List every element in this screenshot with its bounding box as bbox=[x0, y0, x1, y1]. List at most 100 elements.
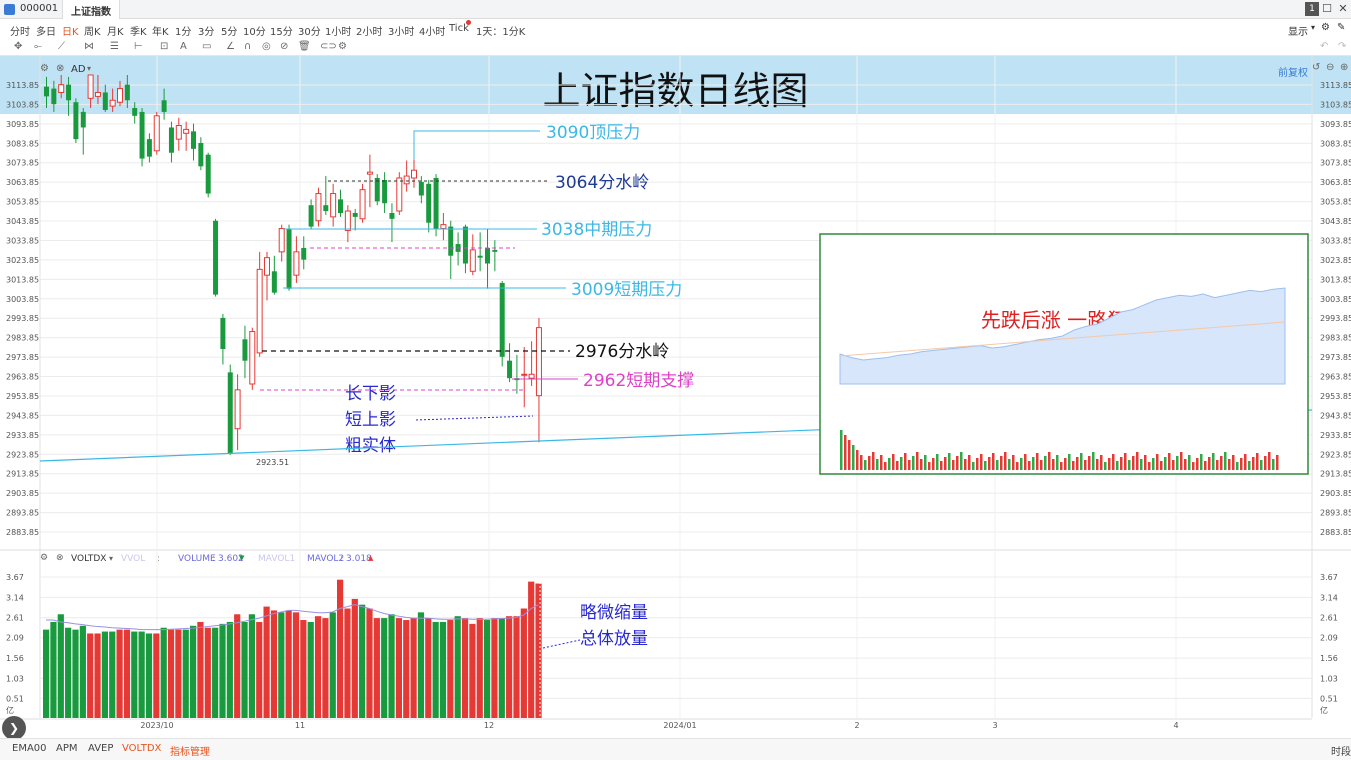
period-6[interactable]: 年K bbox=[152, 23, 169, 38]
trend-tool-icon[interactable]: ⟋ bbox=[58, 41, 65, 52]
bottom-tab-voltdx[interactable]: VOLTDX bbox=[122, 743, 161, 754]
magnet-icon[interactable]: ∩ bbox=[244, 41, 251, 52]
volume-bar bbox=[403, 620, 410, 718]
volume-bar bbox=[447, 620, 454, 718]
bottom-indicator-bar: 时段 EMA00 APM AVEP VOLTDX 指标管理 bbox=[0, 738, 1351, 760]
period-3[interactable]: 周K bbox=[84, 23, 101, 38]
hide-icon[interactable]: ⊘ bbox=[280, 41, 288, 52]
period-16[interactable]: 4小时 bbox=[419, 23, 445, 38]
period-13[interactable]: 1小时 bbox=[325, 23, 351, 38]
restore-icon[interactable]: ☐ bbox=[1320, 2, 1334, 16]
period-18[interactable]: 1天：1分K bbox=[476, 23, 525, 38]
vvol-label: VVOL bbox=[121, 554, 146, 564]
mavol2-label: MAVOL2 bbox=[307, 554, 345, 564]
volume-bar bbox=[263, 606, 270, 718]
indicator-close-icon[interactable]: ⊗ bbox=[56, 63, 64, 74]
bottom-tab-apm[interactable]: APM bbox=[56, 743, 78, 754]
expand-sidebar-button[interactable]: ❯ bbox=[2, 716, 26, 740]
volume-indicator-name[interactable]: VOLTDX bbox=[71, 554, 106, 564]
settings-icon[interactable]: ⚙ bbox=[1321, 22, 1330, 33]
text-tool-icon[interactable]: A bbox=[180, 41, 187, 52]
volume-bar bbox=[226, 621, 233, 718]
volume-settings-icon[interactable]: ⚙ bbox=[40, 553, 48, 563]
volume-close-icon[interactable]: ⊗ bbox=[56, 553, 64, 563]
period-7[interactable]: 1分 bbox=[175, 23, 191, 38]
x-tick-label: 11 bbox=[295, 721, 305, 730]
adjust-rights-menu[interactable]: 前复权 bbox=[1278, 64, 1308, 79]
chevron-down-icon[interactable]: ▾ bbox=[1311, 23, 1315, 32]
shape-tool-icon[interactable]: ⊡ bbox=[160, 41, 168, 52]
redo-icon[interactable]: ↷ bbox=[1338, 41, 1346, 52]
display-menu[interactable]: 显示 bbox=[1288, 23, 1308, 38]
volume-bar bbox=[476, 618, 483, 718]
x-tick-label: 12 bbox=[484, 721, 494, 730]
volume-bar bbox=[50, 621, 57, 718]
close-icon[interactable]: ✕ bbox=[1336, 2, 1350, 16]
maximize-panel-icon[interactable]: ⊕ bbox=[1340, 62, 1348, 73]
note-tool-icon[interactable]: ▭ bbox=[202, 41, 211, 52]
volume-bar bbox=[300, 620, 307, 718]
period-15[interactable]: 3小时 bbox=[388, 23, 414, 38]
volume-bar bbox=[182, 629, 189, 718]
volume-bar bbox=[461, 618, 469, 718]
volume-bar bbox=[506, 616, 513, 718]
lock-icon[interactable]: ◎ bbox=[262, 41, 271, 52]
volume-bar bbox=[292, 612, 300, 718]
line-tool-icon[interactable]: ⟜ bbox=[34, 41, 42, 52]
volume-chevron-icon[interactable]: ▾ bbox=[109, 554, 113, 563]
period-1[interactable]: 多日 bbox=[36, 23, 56, 38]
period-10[interactable]: 10分 bbox=[243, 23, 266, 38]
volume-bar bbox=[234, 614, 241, 718]
volume-bar bbox=[138, 631, 145, 718]
volume-bar bbox=[94, 633, 101, 718]
channel-tool-icon[interactable]: ⋈ bbox=[84, 41, 94, 52]
period-2[interactable]: 日K bbox=[62, 23, 79, 38]
volume-bar bbox=[160, 627, 167, 718]
period-4[interactable]: 月K bbox=[107, 23, 124, 38]
period-17[interactable]: Tick bbox=[449, 23, 469, 34]
period-12[interactable]: 30分 bbox=[298, 23, 321, 38]
period-11[interactable]: 15分 bbox=[270, 23, 293, 38]
period-8[interactable]: 3分 bbox=[198, 23, 214, 38]
pen-icon[interactable]: ✎ bbox=[1337, 22, 1345, 33]
vol-tick-right: 3.14 bbox=[1320, 593, 1338, 602]
volume-bar bbox=[116, 629, 123, 718]
trash-icon[interactable]: 🗑 bbox=[298, 41, 311, 52]
ruler-icon[interactable]: ∠ bbox=[226, 41, 235, 52]
volume-bar bbox=[314, 616, 322, 718]
volume-bar bbox=[101, 631, 108, 718]
period-5[interactable]: 季K bbox=[130, 23, 147, 38]
fib-tool-icon[interactable]: ☰ bbox=[110, 41, 119, 52]
move-icon[interactable]: ✥ bbox=[14, 41, 22, 52]
volume-bar bbox=[175, 629, 182, 718]
x-tick-label: 2 bbox=[854, 721, 859, 730]
link-icon[interactable]: ⊂⊃ bbox=[320, 41, 337, 52]
minimize-panel-icon[interactable]: ⊖ bbox=[1326, 62, 1334, 73]
mavol2-label-colon: : bbox=[340, 554, 344, 564]
tab-security[interactable]: 上证指数 bbox=[62, 0, 120, 19]
mavol1-label: MAVOL1 bbox=[258, 554, 296, 564]
period-0[interactable]: 分时 bbox=[10, 23, 30, 38]
period-14[interactable]: 2小时 bbox=[356, 23, 382, 38]
session-button[interactable]: 时段 bbox=[1331, 743, 1351, 758]
reset-icon[interactable]: ↺ bbox=[1312, 62, 1320, 73]
vol-unit-right: 亿 bbox=[1320, 705, 1328, 715]
draw-settings-icon[interactable]: ⚙ bbox=[338, 41, 347, 52]
bottom-tab-ema00[interactable]: EMA00 bbox=[12, 743, 47, 754]
indicator-settings-icon[interactable]: ⚙ bbox=[40, 63, 49, 74]
undo-icon[interactable]: ↶ bbox=[1320, 41, 1328, 52]
bottom-tab-avep[interactable]: AVEP bbox=[88, 743, 113, 754]
measure-tool-icon[interactable]: ⊢ bbox=[134, 41, 143, 52]
volume-bar bbox=[197, 621, 204, 718]
volume-bar bbox=[432, 621, 439, 718]
volume-bar bbox=[204, 627, 211, 718]
vol-tick-left: 1.56 bbox=[6, 654, 24, 663]
main-chart-panel: 上证指数日线图 ⚙ ⊗ AD ▾ 前复权 ↺ ⊖ ⊕ bbox=[0, 56, 1351, 550]
period-9[interactable]: 5分 bbox=[221, 23, 237, 38]
volume-bar bbox=[366, 608, 373, 718]
indicator-name[interactable]: AD bbox=[71, 64, 86, 75]
bottom-tab-指标管理[interactable]: 指标管理 bbox=[170, 743, 210, 758]
window-count-icon[interactable]: 1 bbox=[1305, 2, 1319, 16]
tick-indicator-dot bbox=[466, 20, 471, 25]
indicator-chevron-icon[interactable]: ▾ bbox=[87, 64, 91, 73]
